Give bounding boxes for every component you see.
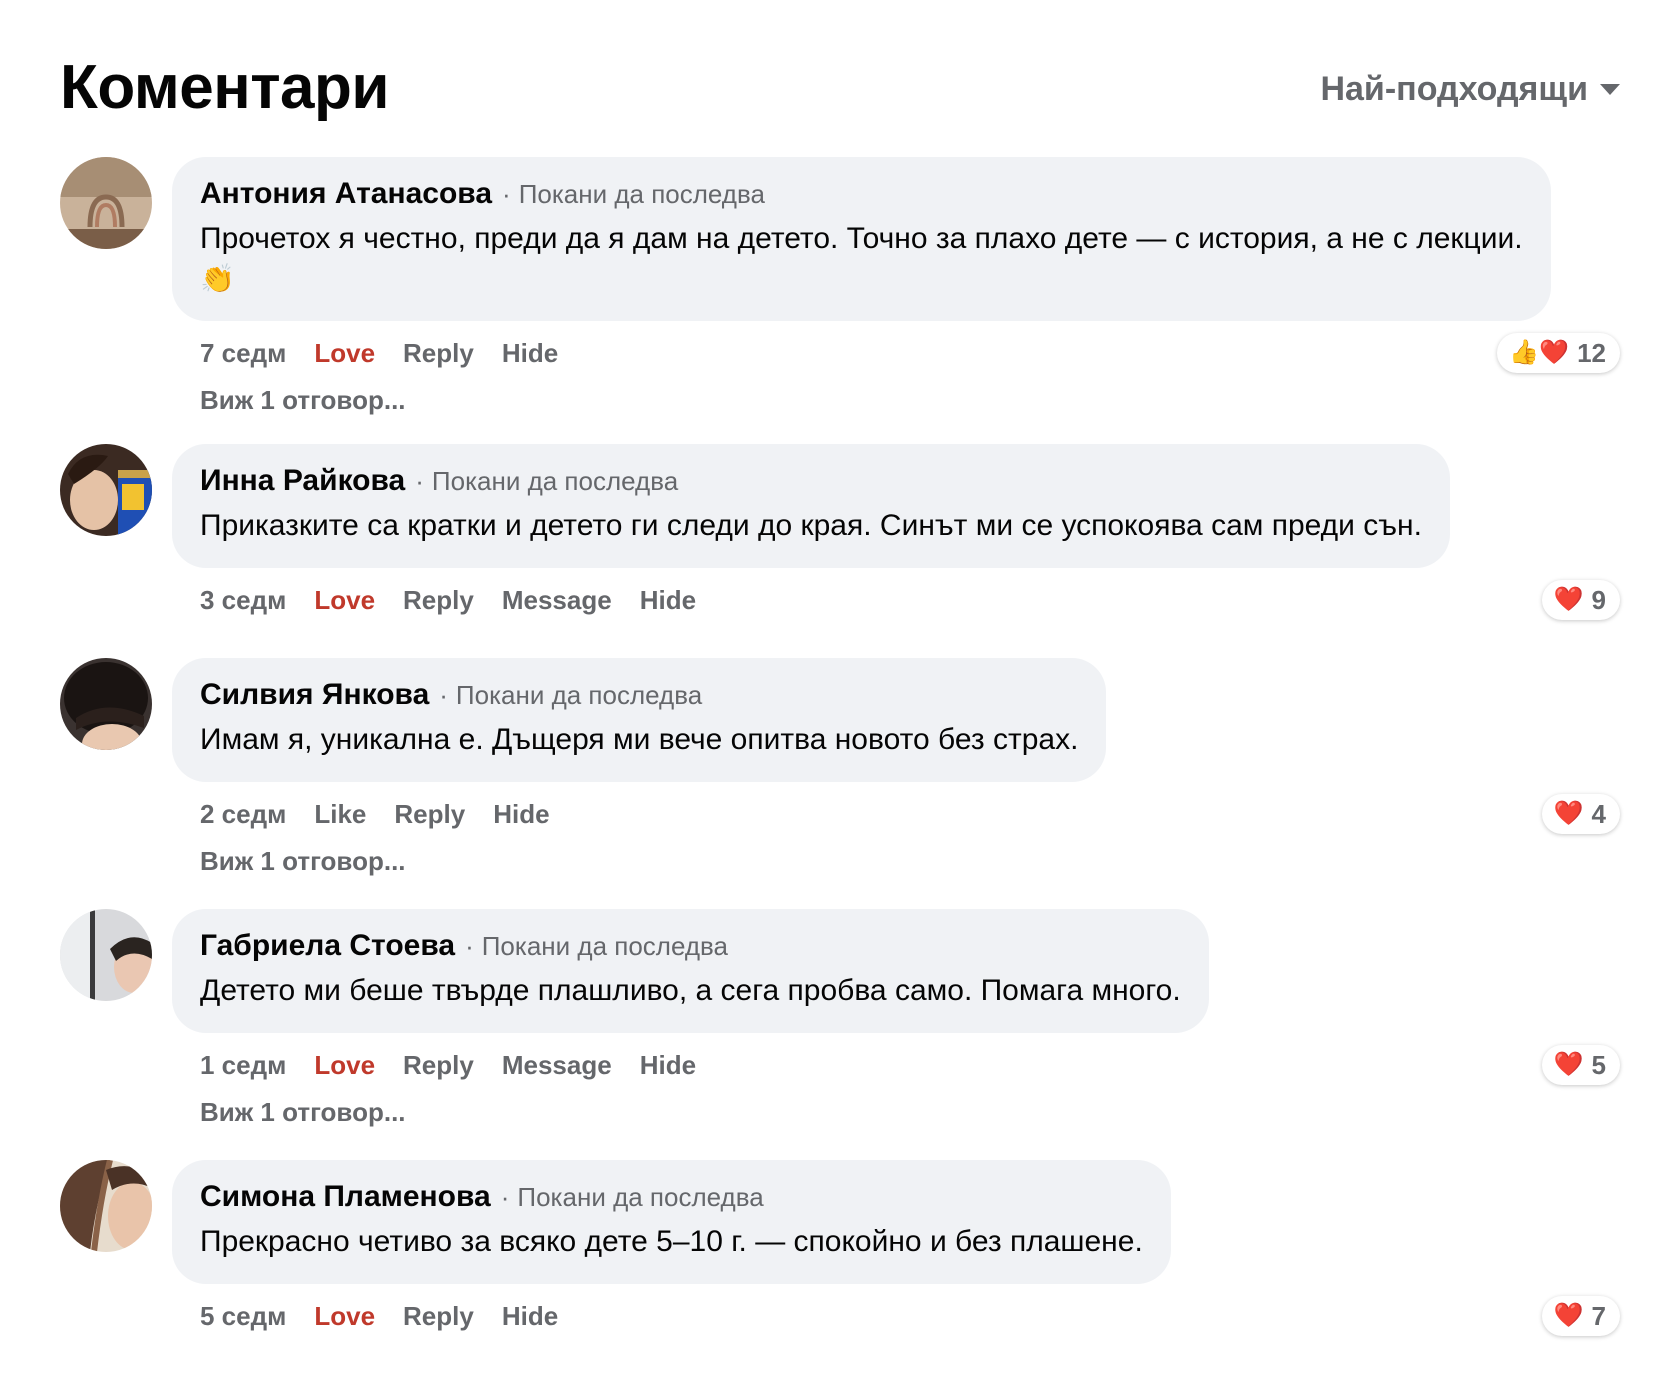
comment: Симона Пламенова · Покани да последва Пр… bbox=[60, 1160, 1620, 1336]
invite-to-follow-link[interactable]: Покани да последва bbox=[456, 680, 702, 711]
comment-actions-row: 3 седм Love Reply Message Hide ❤️ 9 bbox=[172, 580, 1620, 620]
reply-button[interactable]: Reply bbox=[394, 799, 465, 830]
comment-author[interactable]: Симона Пламенова bbox=[200, 1180, 491, 1214]
separator-dot: · bbox=[415, 466, 424, 496]
invite-to-follow-link[interactable]: Покани да последва bbox=[517, 1182, 763, 1213]
sort-dropdown[interactable]: Най-подходящи bbox=[1320, 70, 1620, 109]
comment-bubble: Габриела Стоева · Покани да последва Дет… bbox=[172, 909, 1209, 1033]
view-replies-link[interactable]: Виж 1 отговор... bbox=[172, 1097, 1620, 1128]
invite-to-follow-link[interactable]: Покани да последва bbox=[519, 179, 765, 210]
reactions-summary[interactable]: ❤️ 9 bbox=[1541, 580, 1620, 620]
reply-button[interactable]: Reply bbox=[403, 585, 474, 616]
comment-author[interactable]: Габриела Стоева bbox=[200, 929, 455, 963]
hide-button[interactable]: Hide bbox=[640, 1050, 696, 1081]
view-replies-link[interactable]: Виж 1 отговор... bbox=[172, 846, 1620, 877]
invite-to-follow-link[interactable]: Покани да последва bbox=[432, 466, 678, 497]
like-love-reaction-icon: 👍❤️ bbox=[1509, 339, 1570, 366]
sort-label: Най-подходящи bbox=[1320, 70, 1588, 108]
comment-text: Прекрасно четиво за всяко дете 5–10 г. —… bbox=[200, 1225, 1143, 1258]
comment: Инна Райкова · Покани да последва Приказ… bbox=[60, 444, 1620, 620]
reply-button[interactable]: Reply bbox=[403, 1050, 474, 1081]
comment-bubble: Инна Райкова · Покани да последва Приказ… bbox=[172, 444, 1450, 568]
avatar[interactable] bbox=[60, 658, 152, 750]
message-button[interactable]: Message bbox=[502, 1050, 612, 1081]
hide-button[interactable]: Hide bbox=[493, 799, 549, 830]
reaction-count: 4 bbox=[1591, 798, 1606, 829]
view-replies-link[interactable]: Виж 1 отговор... bbox=[172, 385, 1620, 416]
separator-dot: · bbox=[502, 179, 511, 209]
separator-dot: · bbox=[500, 1182, 510, 1212]
comment-author[interactable]: Инна Райкова bbox=[200, 464, 405, 498]
heart-reaction-icon: ❤️ bbox=[1553, 800, 1584, 827]
comment-text-content: Прочетох я честно, преди да я дам на дет… bbox=[200, 222, 1523, 255]
love-button[interactable]: Love bbox=[314, 1301, 375, 1332]
comment-text: Приказките са кратки и детето ги следи д… bbox=[200, 509, 1422, 542]
love-button[interactable]: Love bbox=[314, 585, 375, 616]
reply-button[interactable]: Reply bbox=[403, 1301, 474, 1332]
comment-timestamp[interactable]: 7 седм bbox=[200, 338, 286, 369]
heart-reaction-icon: ❤️ bbox=[1553, 586, 1584, 613]
comment-actions-row: 7 седм Love Reply Hide 👍❤️ 12 bbox=[172, 333, 1620, 373]
comment: Габриела Стоева · Покани да последва Дет… bbox=[60, 909, 1620, 1128]
hide-button[interactable]: Hide bbox=[502, 338, 558, 369]
comment: Антония Атанасова · Покани да последва П… bbox=[60, 157, 1620, 416]
message-button[interactable]: Message bbox=[502, 585, 612, 616]
avatar[interactable] bbox=[60, 1160, 152, 1252]
comments-title: Коментари bbox=[60, 53, 390, 122]
reactions-summary[interactable]: 👍❤️ 12 bbox=[1497, 333, 1620, 373]
separator-dot: · bbox=[439, 680, 448, 710]
clapping-hands-icon: 👏 bbox=[200, 263, 235, 294]
heart-reaction-icon: ❤️ bbox=[1553, 1302, 1584, 1329]
reactions-summary[interactable]: ❤️ 5 bbox=[1541, 1045, 1620, 1085]
comment-bubble: Силвия Янкова · Покани да последва Имам … bbox=[172, 658, 1107, 782]
comment-timestamp[interactable]: 3 седм bbox=[200, 585, 286, 616]
comment-author[interactable]: Силвия Янкова bbox=[200, 678, 429, 712]
reactions-summary[interactable]: ❤️ 7 bbox=[1541, 1296, 1620, 1336]
hide-button[interactable]: Hide bbox=[640, 585, 696, 616]
comments-section: Коментари Най-подходящи Антония Атанасов… bbox=[0, 0, 1680, 1400]
comment-text: Имам я, уникална е. Дъщеря ми вече опитв… bbox=[200, 723, 1079, 756]
comment-bubble: Антония Атанасова · Покани да последва П… bbox=[172, 157, 1551, 321]
like-button[interactable]: Like bbox=[314, 799, 366, 830]
comment-actions-row: 5 седм Love Reply Hide ❤️ 7 bbox=[172, 1296, 1620, 1336]
comment-bubble: Симона Пламенова · Покани да последва Пр… bbox=[172, 1160, 1171, 1284]
reactions-summary[interactable]: ❤️ 4 bbox=[1541, 794, 1620, 834]
comment-timestamp[interactable]: 2 седм bbox=[200, 799, 286, 830]
avatar[interactable] bbox=[60, 444, 152, 536]
reaction-count: 9 bbox=[1591, 584, 1606, 615]
avatar[interactable] bbox=[60, 909, 152, 1001]
heart-reaction-icon: ❤️ bbox=[1553, 1051, 1584, 1078]
avatar[interactable] bbox=[60, 157, 152, 249]
comments-header: Коментари Най-подходящи bbox=[60, 0, 1620, 155]
comment-text: Детето ми беше твърде плашливо, а сега п… bbox=[200, 974, 1181, 1007]
reaction-count: 5 bbox=[1591, 1049, 1606, 1080]
comment: Силвия Янкова · Покани да последва Имам … bbox=[60, 658, 1620, 877]
reply-button[interactable]: Reply bbox=[403, 338, 474, 369]
love-button[interactable]: Love bbox=[314, 338, 375, 369]
comment-timestamp[interactable]: 5 седм bbox=[200, 1301, 286, 1332]
comment-actions-row: 2 седм Like Reply Hide ❤️ 4 bbox=[172, 794, 1620, 834]
caret-down-icon bbox=[1600, 84, 1620, 95]
comment-actions-row: 1 седм Love Reply Message Hide ❤️ 5 bbox=[172, 1045, 1620, 1085]
hide-button[interactable]: Hide bbox=[502, 1301, 558, 1332]
love-button[interactable]: Love bbox=[314, 1050, 375, 1081]
reaction-count: 7 bbox=[1591, 1300, 1606, 1331]
reaction-count: 12 bbox=[1577, 337, 1606, 368]
comment-text: Прочетох я честно, преди да я дам на дет… bbox=[200, 219, 1523, 299]
separator-dot: · bbox=[465, 931, 474, 961]
invite-to-follow-link[interactable]: Покани да последва bbox=[482, 931, 728, 962]
comment-timestamp[interactable]: 1 седм bbox=[200, 1050, 286, 1081]
comment-author[interactable]: Антония Атанасова bbox=[200, 177, 492, 211]
